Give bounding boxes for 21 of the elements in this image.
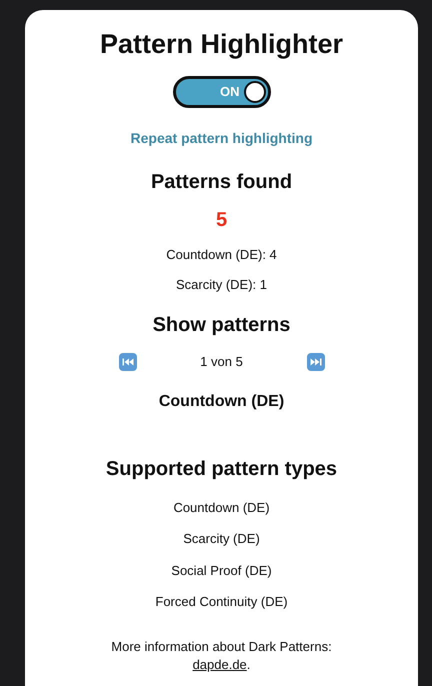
pattern-type-item: Social Proof (DE) <box>171 562 272 580</box>
app-title: Pattern Highlighter <box>100 28 343 61</box>
current-pattern: Countdown (DE) <box>158 392 284 412</box>
info-text: More information about Dark Patterns: dapde.de. <box>110 638 333 674</box>
section-heading: Supported pattern types <box>106 456 338 482</box>
previous-button[interactable] <box>118 352 136 371</box>
skip-forward-icon <box>310 358 322 366</box>
pattern-type-item: Forced Continuity (DE) <box>155 593 288 611</box>
repeat-highlighting-link[interactable]: Repeat pattern highlighting <box>130 128 312 149</box>
pattern-count-item: Countdown (DE): 4 <box>166 246 277 264</box>
pattern-type-item: Countdown (DE) <box>173 498 270 517</box>
on-off-toggle[interactable]: ON <box>172 76 270 108</box>
pattern-position: 1 von 5 <box>200 353 243 371</box>
section-heading: Patterns found <box>150 170 292 195</box>
pattern-count: 5 <box>216 208 228 233</box>
skip-back-icon <box>122 358 134 366</box>
pattern-type-item: Scarcity (DE) <box>183 530 260 548</box>
section-heading: Show patterns <box>152 313 290 338</box>
website-link[interactable]: dapde.de <box>192 656 247 672</box>
next-button[interactable] <box>306 352 324 371</box>
pattern-count-item: Scarcity (DE): 1 <box>176 276 267 294</box>
